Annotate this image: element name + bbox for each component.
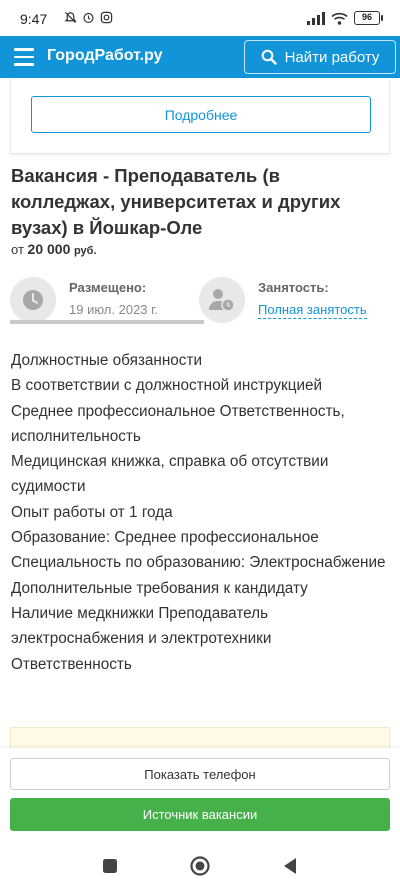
- clock-icon: [10, 277, 56, 323]
- status-bar: 9:47 96: [0, 0, 400, 36]
- nav-back-icon[interactable]: [278, 854, 302, 878]
- salary-amount: 20 000: [27, 241, 71, 257]
- status-time: 9:47: [20, 11, 48, 27]
- app-header: ГородРабот.ру Найти работу: [0, 36, 400, 78]
- description-line: Образование: Среднее профессиональное: [11, 529, 319, 547]
- alarm-icon: [83, 12, 94, 24]
- status-right: 96: [307, 11, 383, 25]
- posted-date: 19 июл. 2023 г.: [69, 302, 158, 317]
- wifi-icon: [331, 12, 348, 25]
- signal-icon: [307, 11, 325, 25]
- status-notification-icons: [64, 11, 113, 24]
- site-logo[interactable]: ГородРабот.ру: [47, 47, 163, 65]
- search-icon: [261, 49, 277, 65]
- employment-info: Занятость: Полная занятость: [199, 277, 389, 327]
- salary: от 20 000 руб.: [11, 241, 97, 257]
- battery-icon: 96: [354, 11, 383, 25]
- description-line: Среднее профессиональное Ответственность…: [11, 402, 345, 445]
- find-job-label: Найти работу: [284, 48, 380, 66]
- description-line: Наличие медкнижки Преподаватель электрос…: [11, 604, 272, 673]
- instagram-icon: [100, 11, 113, 24]
- bottom-action-panel: Показать телефон Источник вакансии: [0, 748, 400, 844]
- description-line: Должностные обязанности: [11, 352, 203, 369]
- description-line: В соответствии с должностной инструкцией: [11, 377, 323, 395]
- employment-link[interactable]: Полная занятость: [258, 302, 367, 319]
- salary-prefix: от: [11, 242, 24, 257]
- find-job-button[interactable]: Найти работу: [244, 40, 396, 74]
- description-line: Специальность по образованию: Электросна…: [11, 554, 386, 572]
- previous-card: Подробнее: [10, 78, 390, 154]
- user-clock-icon: [199, 277, 245, 323]
- posted-label: Размещено:: [69, 280, 147, 295]
- posted-divider: [10, 320, 204, 324]
- vacancy-title: Вакансия - Преподаватель (в колледжах, у…: [11, 165, 341, 238]
- nav-square-icon[interactable]: [98, 854, 122, 878]
- system-nav-bar: [0, 844, 400, 889]
- nav-home-icon[interactable]: [188, 854, 212, 878]
- vacancy-description: Должностные обязанности В соответствии с…: [11, 348, 389, 677]
- mute-bell-icon: [64, 11, 77, 24]
- vacancy-source-button[interactable]: Источник вакансии: [10, 798, 390, 831]
- employment-label: Занятость:: [258, 280, 329, 295]
- description-line: Дополнительные требования к кандидату: [11, 579, 308, 597]
- salary-currency: руб.: [73, 245, 97, 257]
- show-phone-button[interactable]: Показать телефон: [10, 758, 390, 790]
- menu-icon[interactable]: [14, 48, 34, 66]
- details-button[interactable]: Подробнее: [31, 96, 371, 133]
- description-line: Опыт работы от 1 года: [11, 503, 173, 521]
- description-line: Медицинская книжка, справка об отсутстви…: [11, 453, 329, 496]
